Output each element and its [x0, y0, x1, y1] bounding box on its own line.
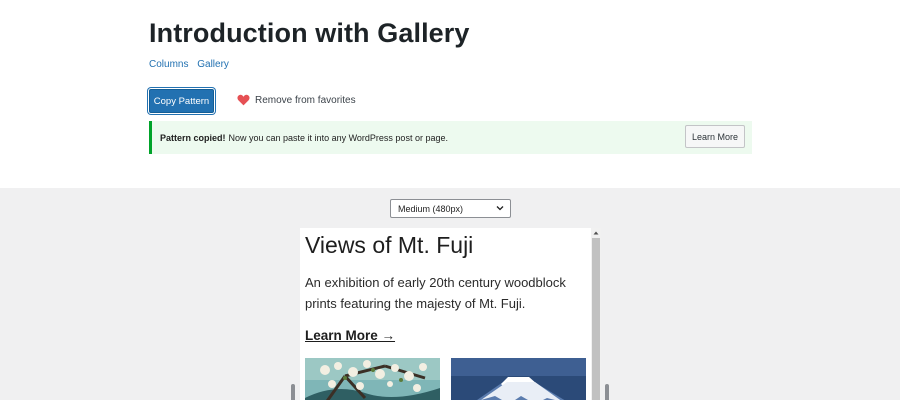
- preview-area: Medium (480px) Views of Mt. Fuji An exhi…: [0, 188, 900, 400]
- scroll-up-icon[interactable]: [593, 230, 599, 236]
- notice-text: Now you can paste it into any WordPress …: [228, 132, 448, 143]
- copy-pattern-button[interactable]: Copy Pattern: [149, 89, 214, 113]
- preview-learn-more-link[interactable]: Learn More →: [305, 328, 395, 343]
- gallery-image-blossoms: [305, 358, 440, 400]
- page-title: Introduction with Gallery: [149, 18, 470, 48]
- category-links: Columns Gallery: [149, 59, 235, 70]
- viewport-size-select[interactable]: Medium (480px): [390, 199, 511, 218]
- copied-notice: Pattern copied! Now you can paste it int…: [149, 121, 752, 154]
- category-link-columns[interactable]: Columns: [149, 59, 188, 70]
- category-link-gallery[interactable]: Gallery: [197, 59, 229, 70]
- preview-scrollbar[interactable]: [591, 228, 601, 400]
- remove-favorite-label: Remove from favorites: [255, 94, 356, 106]
- heart-icon: [237, 94, 250, 106]
- resize-handle-right[interactable]: [605, 384, 609, 400]
- scroll-thumb[interactable]: [592, 238, 600, 400]
- blossom-woodblock-image: [305, 358, 440, 400]
- pattern-preview-frame[interactable]: Views of Mt. Fuji An exhibition of early…: [300, 228, 601, 400]
- preview-description: An exhibition of early 20th century wood…: [305, 275, 566, 311]
- learn-more-button[interactable]: Learn More: [685, 125, 745, 148]
- fuji-woodblock-image: [451, 358, 586, 400]
- resize-handle-left[interactable]: [291, 384, 295, 400]
- chevron-down-icon: [496, 206, 504, 211]
- gallery-image-fuji: [451, 358, 586, 400]
- pattern-header: Introduction with Gallery Columns Galler…: [0, 0, 900, 188]
- notice-strong: Pattern copied!: [160, 132, 226, 143]
- remove-favorite-button[interactable]: Remove from favorites: [237, 94, 356, 106]
- viewport-size-value: Medium (480px): [398, 203, 464, 214]
- preview-heading: Views of Mt. Fuji: [305, 232, 474, 258]
